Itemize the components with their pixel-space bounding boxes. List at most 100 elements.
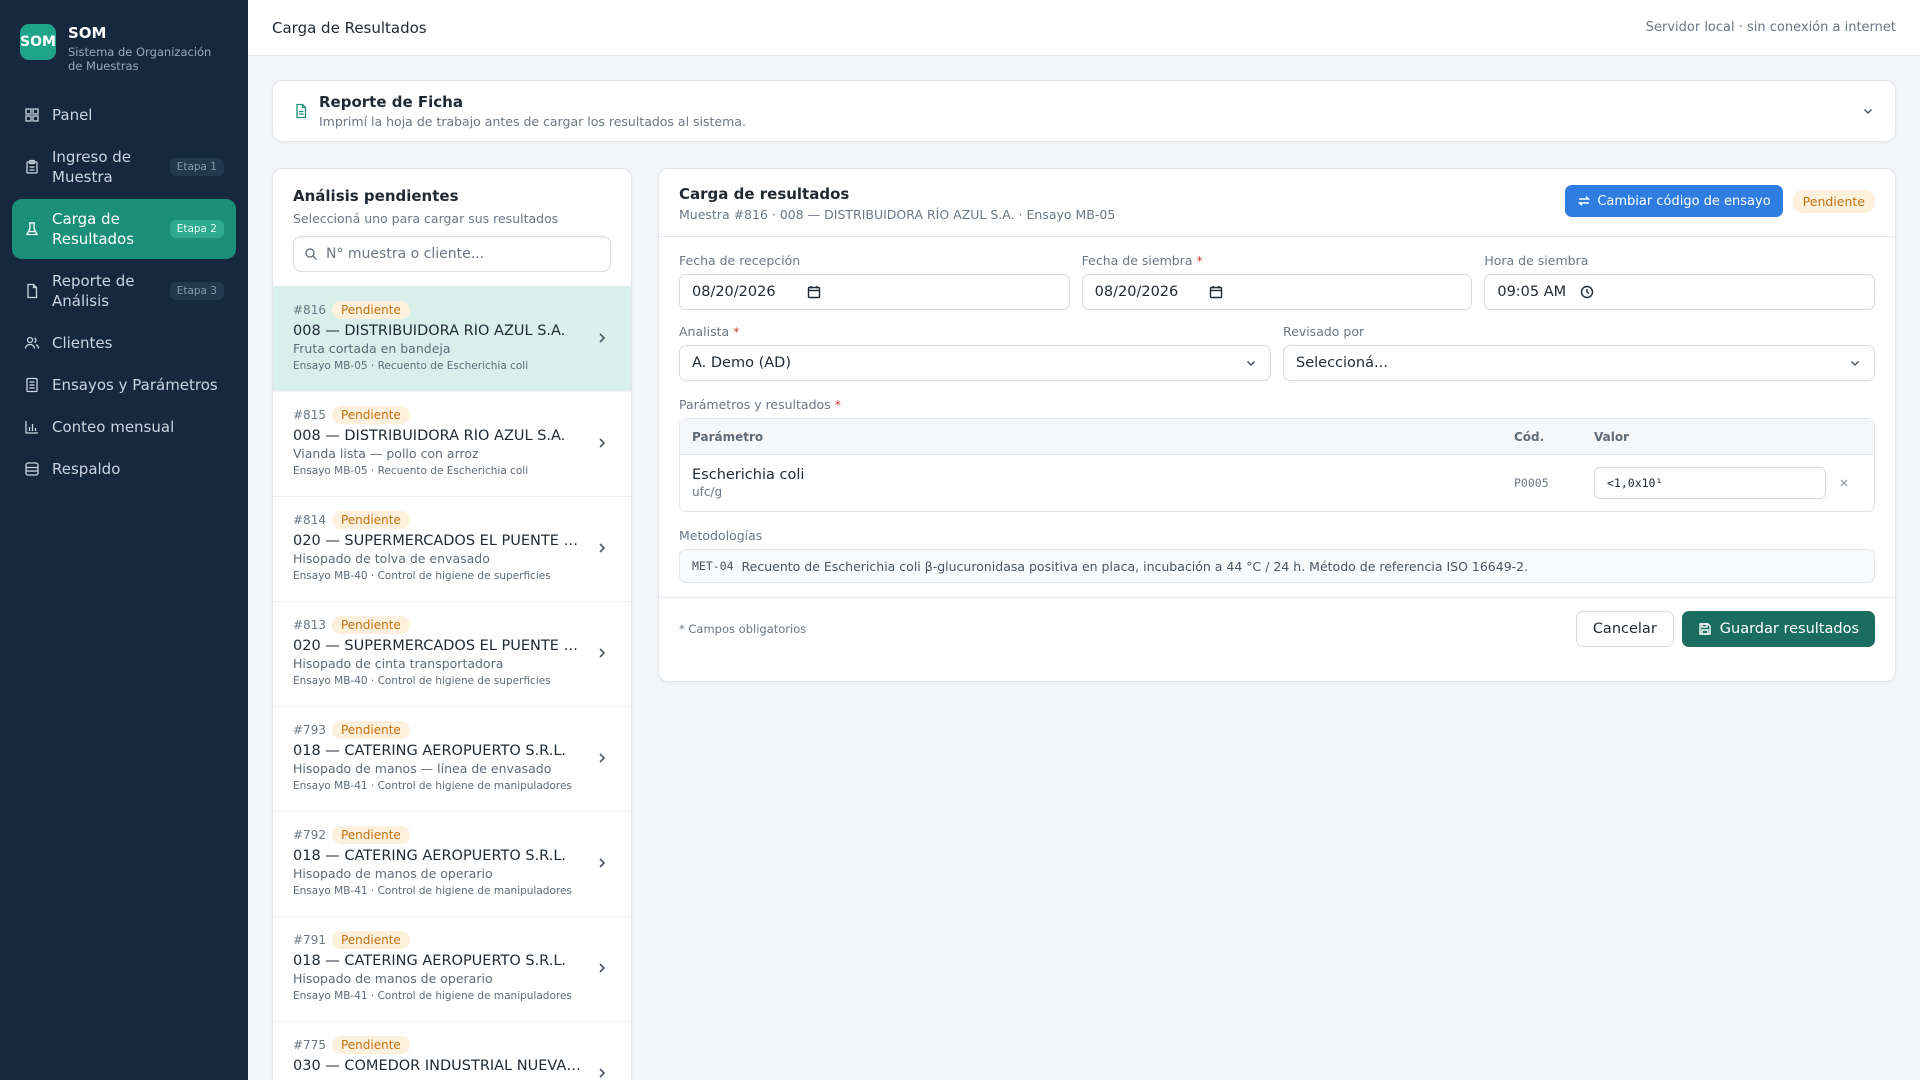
chevron-right-icon [599,1068,606,1078]
analista-label: Analista [679,324,730,339]
sidebar-item-label: Ingreso de Muestra [52,148,132,186]
list-item[interactable]: #813 Pendiente 020 — SUPERMERCADOS EL PUE… [273,602,631,707]
chevron-down-icon [1850,360,1860,367]
list-item[interactable]: #792 Pendiente 018 — CATERING AEROPUERTO … [273,812,631,917]
analista-value: A. Demo (AD) [692,355,791,371]
sidebar-item-label: Reporte de Análisis [52,272,135,310]
required-mark: * [834,397,841,412]
form-subtitle: Muestra #816 · 008 — DISTRIBUIDORA RÍO A… [679,207,1116,222]
list-item[interactable]: #793 Pendiente 018 — CATERING AEROPUERTO … [273,707,631,812]
methodology-text: Recuento de Escherichia coli β-glucuroni… [741,558,1529,574]
methodology-box: MET-04 Recuento de Escherichia coli β-gl… [679,549,1875,583]
sidebar-item-ingreso[interactable]: Ingreso de Muestra Etapa 1 [12,137,236,197]
column-header: Cód. [1514,429,1545,444]
sample-description: Hisopado de manos de operario [293,971,493,986]
parameter-unit: ufc/g [692,485,723,499]
list-icon [26,377,38,393]
sample-number: #813 [293,618,326,632]
sidebar-item-respaldo[interactable]: Respaldo [12,449,236,489]
ensayo-label: Ensayo MB-05 · Recuento de Escherichia c… [293,360,529,372]
change-ensayo-label: Cambiar código de ensayo [1597,193,1771,209]
save-button[interactable]: Guardar resultados [1681,610,1875,647]
result-value-input[interactable]: <1,0x10¹ [1594,467,1826,499]
search-input[interactable] [326,246,600,262]
required-mark: * [733,324,740,339]
list-item[interactable]: #815 Pendiente 008 — DISTRIBUIDORA RÍO AZ… [273,392,631,497]
cancel-button[interactable]: Cancelar [1575,610,1674,647]
reporte-ficha-panel[interactable]: Reporte de Ficha Imprimí la hoja de trab… [272,80,1896,142]
stage-badge: Etapa 3 [169,282,224,300]
hora-siembra-label: Hora de siembra [1484,253,1589,268]
sidebar-item-label: Conteo mensual [52,418,175,436]
sidebar-item-clientes[interactable]: Clientes [12,323,236,363]
parameters-table: Parámetro Cód. Valor Escherichia coli uf… [679,418,1875,512]
sidebar-item-label: Panel [52,106,93,124]
content: Reporte de Ficha Imprimí la hoja de trab… [248,56,1920,1080]
topbar: Carga de Resultados Servidor local · sin… [248,0,1920,56]
status-badge: Pendiente [1792,189,1875,213]
file-icon [27,283,38,299]
sidebar-item-carga[interactable]: Carga de Resultados Etapa 2 [12,199,236,259]
connection-status: Servidor local · sin conexión a internet [1645,20,1896,35]
status-badge: Pendiente [331,616,410,634]
hora-siembra-input[interactable]: 09:05 AM [1484,274,1876,310]
sidebar-item-panel[interactable]: Panel [12,95,236,135]
table-header: Parámetro Cód. Valor [680,419,1874,455]
fecha-siembra-label: Fecha de siembra [1081,253,1193,268]
list-item[interactable]: #814 Pendiente 020 — SUPERMERCADOS EL PUE… [273,497,631,602]
ensayo-label: Ensayo MB-41 · Control de higiene de man… [293,780,572,792]
hora-siembra-value: 09:05 AM [1497,284,1567,300]
revisado-select[interactable]: Seleccioná... [1283,345,1875,381]
sample-description: Hisopado de tolva de envasado [293,551,490,566]
status-badge: Pendiente [331,301,410,319]
calendar-icon[interactable] [807,285,821,299]
analista-select[interactable]: A. Demo (AD) [679,345,1271,381]
app-logo: SOM [20,24,56,60]
grid-icon [25,108,39,122]
client-name: 018 — CATERING AEROPUERTO S.R.L. [293,848,567,864]
main-area: Carga de Resultados Servidor local · sin… [248,0,1920,1080]
sample-number: #775 [293,1038,326,1052]
sidebar-item-ensayos[interactable]: Ensayos y Parámetros [12,365,236,405]
fecha-siembra-value: 08/20/2026 [1094,284,1179,300]
sample-number: #791 [293,933,326,947]
clock-icon[interactable] [1580,285,1594,299]
list-item[interactable]: #791 Pendiente 018 — CATERING AEROPUERTO … [273,917,631,1022]
database-icon [25,462,39,476]
sidebar-item-conteo[interactable]: Conteo mensual [12,407,236,447]
ensayo-label: Ensayo MB-05 · Recuento de Escherichia c… [293,465,529,477]
sidebar-item-reporte[interactable]: Reporte de Análisis Etapa 3 [12,261,236,321]
pending-analysis-panel: Análisis pendientes Seleccioná uno para … [272,168,632,1080]
status-badge: Pendiente [331,511,410,529]
sidebar: SOM SOM Sistema de Organización de Muest… [0,0,248,1080]
calendar-icon[interactable] [1209,285,1223,299]
list-item[interactable]: #775 Pendiente 030 — COMEDOR INDUSTRIAL N… [273,1022,631,1080]
chevron-down-icon[interactable] [1861,104,1875,118]
close-icon[interactable] [1838,477,1850,489]
document-icon [296,103,307,119]
brand: SOM SOM Sistema de Organización de Muest… [0,0,248,95]
fecha-recepcion-input[interactable]: 08/20/2026 [679,274,1070,310]
required-mark: * [1196,253,1203,268]
chevron-right-icon [599,543,606,553]
search-box[interactable] [293,236,611,272]
swap-icon [1578,196,1591,206]
pending-title: Análisis pendientes [293,187,459,205]
parametros-label: Parámetros y resultados [679,397,831,412]
status-badge: Pendiente [331,1036,410,1054]
chevron-right-icon [599,648,606,658]
sidebar-item-label: Respaldo [52,460,121,478]
change-ensayo-button[interactable]: Cambiar código de ensayo [1565,185,1783,217]
parameter-code: P0005 [1514,476,1549,490]
ensayo-label: Ensayo MB-41 · Control de higiene de man… [293,990,572,1002]
clipboard-icon [26,159,38,174]
form-title: Carga de resultados [679,185,850,203]
chevron-right-icon [599,963,606,973]
save-label: Guardar resultados [1719,620,1859,637]
list-item[interactable]: #816 Pendiente 008 — DISTRIBUIDORA RÍO AZ… [273,287,631,392]
sample-number: #814 [293,513,326,527]
client-name: 008 — DISTRIBUIDORA RÍO AZUL S.A. [293,428,566,444]
sidebar-item-label: Carga de Resultados [52,210,135,248]
stage-badge: Etapa 2 [169,220,224,238]
fecha-siembra-input[interactable]: 08/20/2026 [1081,274,1473,310]
